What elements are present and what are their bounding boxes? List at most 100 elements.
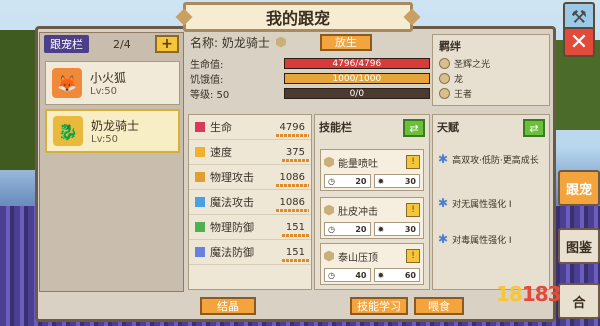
attr-name: 速度	[210, 146, 232, 159]
attributes-panel: 生命 4796 速度 375 物理攻击 1086 魔法攻击 1086 物理防御 151 魔…	[188, 114, 312, 290]
skill-card[interactable]: 泰山压顶! ◷ 40 ✹ 60	[320, 243, 424, 285]
attr-row: 物理攻击 1086	[189, 165, 311, 190]
release-button[interactable]: 放生	[319, 33, 372, 51]
skill-hex-icon	[324, 204, 334, 216]
talent-star-icon: ✱	[438, 196, 449, 210]
hp-row: 生命值: 4796/4796	[190, 56, 430, 71]
attr-value: 1086	[275, 171, 310, 187]
tab-guide[interactable]: 图鉴	[558, 228, 600, 264]
talent-label: 高双攻·低防·更高成长	[452, 156, 539, 166]
pet-info-panel: 名称: 奶龙骑士 放生 生命值: 4796/4796 饥饿值: 1000/100…	[190, 33, 430, 106]
stat-label: 饥饿值:	[190, 75, 224, 86]
exp-text: 0/0	[349, 88, 365, 99]
physical-defense-icon	[195, 222, 205, 232]
exp-bar: 0/0	[283, 88, 430, 99]
bond-label: 王者	[454, 90, 473, 100]
feed-button[interactable]: 喂食	[414, 297, 464, 315]
skill-cost: ◷ 40	[324, 268, 371, 282]
pet-name: 奶龙骑士	[91, 119, 140, 133]
hp-bar: 4796/4796	[283, 58, 430, 69]
stat-label: 等级: 50	[190, 90, 230, 101]
talent-star-icon: ✱	[438, 152, 449, 166]
element-hex-icon	[275, 36, 286, 48]
fox-icon: 🦊	[52, 68, 82, 98]
attr-row: 魔法攻击 1086	[189, 190, 311, 215]
attr-value: 1086	[275, 196, 310, 212]
attr-name: 物理防御	[210, 221, 254, 234]
pet-card-fox[interactable]: 🦊 小火狐 Lv:50	[45, 61, 180, 105]
attr-name: 生命	[210, 121, 232, 134]
skill-hex-icon	[324, 250, 334, 262]
add-pet-button[interactable]: +	[155, 35, 179, 53]
skill-card[interactable]: 肚皮冲击! ◷ 20 ✹ 30	[320, 197, 424, 239]
physical-attack-icon	[195, 172, 205, 182]
window-title: 我的跟宠	[183, 2, 413, 32]
level-row: 等级: 50 0/0	[190, 86, 430, 101]
attr-row: 魔法防御 151	[189, 240, 311, 265]
hp-text: 4796/4796	[332, 58, 382, 69]
magic-attack-icon	[195, 197, 205, 207]
pet-list-title: 跟宠栏	[44, 35, 89, 53]
talent-panel: 天赋 ⇄ ✱ 高双攻·低防·更高成长 ✱ 对无属性强化 I ✱ 对毒属性强化 I	[432, 114, 550, 290]
attr-value: 151	[281, 246, 310, 262]
talent-item: ✱ 高双攻·低防·更高成长	[438, 153, 546, 166]
bond-icon	[439, 58, 450, 69]
skill-card[interactable]: 能量喷吐! ◷ 20 ✹ 30	[320, 149, 424, 191]
talent-label: 对无属性强化 I	[452, 200, 512, 210]
attr-row: 生命 4796	[189, 115, 311, 140]
skill-name: 泰山压顶	[338, 252, 378, 264]
hunger-row: 饥饿值: 1000/1000	[190, 71, 430, 86]
pet-card-dragon-knight[interactable]: 🐉 奶龙骑士 Lv:50	[45, 109, 180, 153]
pet-name: 小火狐	[90, 71, 127, 85]
talent-item: ✱ 对毒属性强化 I	[438, 233, 546, 246]
attr-value: 4796	[275, 121, 310, 137]
close-icon: ✕	[569, 29, 589, 55]
heart-icon	[195, 122, 205, 132]
talent-label: 对毒属性强化 I	[452, 236, 512, 246]
skills-panel: 技能栏 ⇄ 能量喷吐! ◷ 20 ✹ 30 肚皮冲击! ◷ 20 ✹ 30 泰山压顶! ◷ 4…	[314, 114, 430, 290]
bond-panel: 羁绊 圣辉之光 龙 王者	[432, 34, 550, 106]
attr-name: 魔法防御	[210, 246, 254, 259]
attr-value: 151	[281, 221, 310, 237]
bond-icon	[439, 73, 450, 84]
skill-cooldown: ✹ 30	[373, 222, 420, 236]
bond-icon	[439, 88, 450, 99]
skill-warn-icon: !	[406, 249, 420, 263]
hunger-bar: 1000/1000	[283, 73, 430, 84]
dragon-knight-icon: 🐉	[53, 116, 83, 146]
skill-name: 肚皮冲击	[338, 206, 378, 218]
attr-name: 物理攻击	[210, 171, 254, 184]
pet-level: Lv:50	[90, 86, 118, 97]
attr-row: 速度 375	[189, 140, 311, 165]
skill-warn-icon: !	[406, 155, 420, 169]
skill-cooldown: ✹ 60	[373, 268, 420, 282]
pet-name-label: 名称: 奶龙骑士	[190, 35, 270, 50]
watermark-logo: 18183	[496, 282, 562, 306]
magic-defense-icon	[195, 247, 205, 257]
pet-level: Lv:50	[91, 134, 119, 145]
bond-label: 圣辉之光	[454, 60, 491, 70]
talent-star-icon: ✱	[438, 232, 449, 246]
stat-label: 生命值:	[190, 60, 224, 71]
skill-cooldown: ✹ 30	[373, 174, 420, 188]
skill-warn-icon: !	[406, 203, 420, 217]
tab-fuse[interactable]: 合	[558, 283, 600, 319]
attr-row: 物理防御 151	[189, 215, 311, 240]
attr-value: 375	[281, 146, 310, 162]
skill-learn-button[interactable]: 技能学习	[350, 297, 408, 315]
skill-hex-icon	[324, 156, 334, 168]
pet-count: 2/4	[113, 37, 131, 51]
tab-pet[interactable]: 跟宠	[558, 170, 600, 206]
hunger-text: 1000/1000	[332, 73, 382, 84]
speed-icon	[195, 147, 205, 157]
talent-swap-button[interactable]: ⇄	[523, 119, 545, 137]
skill-cost: ◷ 20	[324, 222, 371, 236]
bond-label: 龙	[454, 75, 464, 85]
skills-swap-button[interactable]: ⇄	[403, 119, 425, 137]
talent-item: ✱ 对无属性强化 I	[438, 197, 546, 210]
skill-name: 能量喷吐	[338, 158, 378, 170]
crystal-button[interactable]: 结晶	[200, 297, 256, 315]
attr-name: 魔法攻击	[210, 196, 254, 209]
close-button[interactable]: ✕	[563, 27, 595, 57]
skill-cost: ◷ 20	[324, 174, 371, 188]
